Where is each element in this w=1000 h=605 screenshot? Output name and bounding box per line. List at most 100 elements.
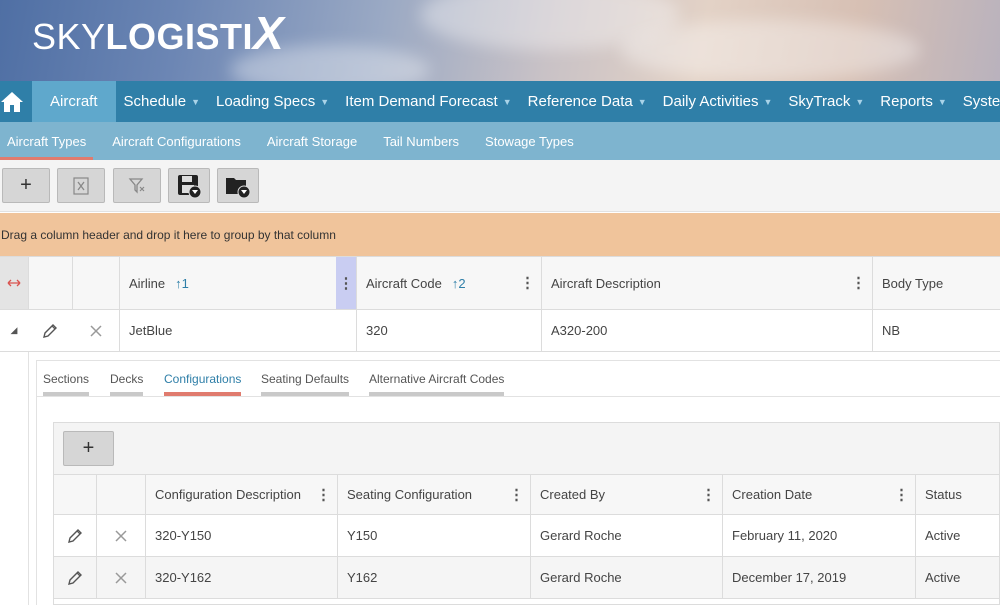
app-logo[interactable]: SKYLOGISTIX (32, 10, 284, 58)
cell-seating-configuration: Y162 (337, 557, 530, 598)
subnav-aircraft-configurations[interactable]: Aircraft Configurations (105, 122, 248, 160)
nav-system[interactable]: System/ (955, 81, 1000, 122)
tab-label: Sections (43, 372, 90, 386)
header-banner: SKYLOGISTIX (0, 0, 1000, 81)
subnav-aircraft-storage[interactable]: Aircraft Storage (260, 122, 364, 160)
tab-indicator (261, 392, 350, 396)
nav-reports[interactable]: Reports ▼ (872, 81, 954, 122)
logo-part-logisti: LOGISTI (105, 16, 254, 57)
save-layout-icon (178, 174, 202, 198)
edit-button[interactable] (54, 515, 96, 556)
nav-aircraft[interactable]: Aircraft (32, 81, 116, 122)
tab-seating-defaults[interactable]: Seating Defaults (261, 372, 350, 396)
column-menu-icon[interactable]: ⋮ (336, 257, 356, 309)
save-layout-button[interactable] (168, 168, 210, 203)
load-layout-button[interactable] (217, 168, 259, 203)
column-menu-icon[interactable]: ⋮ (316, 487, 331, 502)
subnav-tail-numbers[interactable]: Tail Numbers (376, 122, 466, 160)
tab-indicator (43, 392, 90, 396)
cell-aircraft-code: 320 (356, 310, 541, 351)
folder-filter-icon (226, 177, 251, 198)
edit-button[interactable] (54, 557, 96, 598)
nav-loading-specs[interactable]: Loading Specs ▼ (208, 81, 337, 122)
header-edit-column (28, 257, 72, 309)
nav-label: Daily Activities (662, 93, 759, 110)
cell-created-by: Gerard Roche (530, 557, 722, 598)
add-button[interactable]: + (2, 168, 50, 203)
nav-schedule[interactable]: Schedule ▼ (116, 81, 208, 122)
subnav-stowage-types[interactable]: Stowage Types (478, 122, 581, 160)
export-excel-button[interactable] (57, 168, 105, 203)
tab-indicator (164, 392, 242, 396)
tab-configurations[interactable]: Configurations (164, 372, 242, 396)
header-aircraft-code[interactable]: Aircraft Code ↑2 ⋮ (356, 257, 541, 309)
column-menu-icon[interactable]: ⋮ (509, 487, 524, 502)
expand-row-icon[interactable]: ◢ (0, 310, 28, 351)
header-label: Status (925, 487, 962, 502)
cell-seating-configuration: Y150 (337, 515, 530, 556)
delete-button[interactable] (96, 557, 145, 598)
nav-label: Loading Specs (216, 93, 316, 110)
edit-button[interactable] (28, 310, 72, 351)
add-configuration-button[interactable]: + (63, 431, 114, 466)
delete-button[interactable] (96, 515, 145, 556)
header-delete-column (96, 475, 145, 514)
detail-tabs: Sections Decks Configurations Seating De… (37, 361, 1000, 397)
table-row[interactable]: ◢ JetBlue 320 A320-200 NB (0, 310, 1000, 352)
header-label: Body Type (882, 275, 944, 291)
tab-label: Alternative Aircraft Codes (369, 372, 505, 386)
clear-filter-button[interactable] (113, 168, 161, 203)
header-airline[interactable]: Airline ↑1 ⋮ (119, 257, 356, 309)
nav-skytrack[interactable]: SkyTrack ▼ (780, 81, 872, 122)
cell-creation-date: December 17, 2019 (722, 557, 915, 598)
nav-label: System/ (962, 93, 1000, 110)
nav-label: Schedule (123, 93, 187, 110)
column-menu-icon[interactable]: ⋮ (701, 487, 716, 502)
table-row[interactable]: 320-Y162 Y162 Gerard Roche December 17, … (54, 557, 999, 599)
configurations-grid: + Configuration Description ⋮ Seating Con… (53, 422, 1000, 605)
tab-sections[interactable]: Sections (43, 372, 90, 396)
clear-filter-icon (128, 177, 145, 194)
delete-button[interactable] (72, 310, 119, 351)
caret-down-icon: ▼ (502, 96, 512, 107)
header-aircraft-description[interactable]: Aircraft Description ⋮ (541, 257, 872, 309)
cell-body-type: NB (872, 310, 1000, 351)
tab-indicator (110, 392, 144, 396)
header-creation-date[interactable]: Creation Date ⋮ (722, 475, 915, 514)
cell-created-by: Gerard Roche (530, 515, 722, 556)
nav-reference-data[interactable]: Reference Data ▼ (520, 81, 655, 122)
sort-asc-icon: ↑1 (175, 275, 189, 291)
home-icon (1, 91, 23, 112)
detail-indent-line (28, 352, 29, 605)
caret-down-icon: ▼ (855, 96, 865, 107)
tab-indicator (369, 392, 505, 396)
header-label: Seating Configuration (347, 487, 473, 502)
column-menu-icon[interactable]: ⋮ (520, 276, 535, 291)
column-resize-handle[interactable] (0, 257, 28, 309)
pencil-icon (43, 323, 57, 338)
header-label: Aircraft Code (366, 275, 442, 291)
grid-toolbar: + (0, 160, 1000, 212)
sort-asc-icon: ↑2 (451, 275, 466, 291)
header-label: Created By (540, 487, 606, 502)
nav-item-demand-forecast[interactable]: Item Demand Forecast ▼ (337, 81, 519, 122)
header-status[interactable]: Status (915, 475, 1000, 514)
header-seating-configuration[interactable]: Seating Configuration ⋮ (337, 475, 530, 514)
header-edit-column (54, 475, 96, 514)
header-configuration-description[interactable]: Configuration Description ⋮ (145, 475, 337, 514)
tab-decks[interactable]: Decks (110, 372, 144, 396)
home-button[interactable] (0, 81, 24, 122)
group-panel[interactable]: Drag a column header and drop it here to… (0, 213, 1000, 256)
column-menu-icon[interactable]: ⋮ (894, 487, 909, 502)
nav-daily-activities[interactable]: Daily Activities ▼ (655, 81, 781, 122)
tab-alternative-aircraft-codes[interactable]: Alternative Aircraft Codes (369, 372, 505, 396)
caret-down-icon: ▼ (937, 96, 947, 107)
header-created-by[interactable]: Created By ⋮ (530, 475, 722, 514)
header-body-type[interactable]: Body Type (872, 257, 1000, 309)
close-icon (115, 571, 127, 584)
subnav-aircraft-types[interactable]: Aircraft Types (0, 122, 94, 160)
table-row[interactable]: 320-Y150 Y150 Gerard Roche February 11, … (54, 515, 999, 557)
caret-down-icon: ▼ (763, 96, 773, 107)
column-menu-icon[interactable]: ⋮ (851, 276, 866, 291)
header-label: Configuration Description (155, 487, 301, 502)
